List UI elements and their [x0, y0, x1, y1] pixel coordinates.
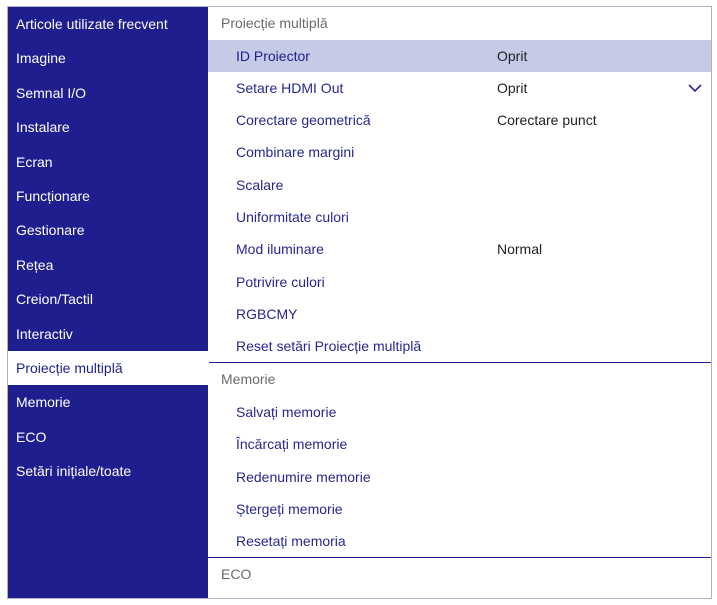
section-header-memorie: Memorie	[208, 362, 711, 396]
settings-panel: Proiecție multiplă ID Proiector Oprit Se…	[208, 7, 711, 598]
sidebar-item-interactiv[interactable]: Interactiv	[8, 317, 208, 351]
row-label: Resetați memoria	[236, 533, 346, 550]
row-scalare[interactable]: Scalare	[208, 169, 711, 201]
sidebar: Articole utilizate frecvent Imagine Semn…	[8, 7, 209, 598]
row-redenumire-memorie[interactable]: Redenumire memorie	[208, 461, 711, 493]
row-uniformitate-culori[interactable]: Uniformitate culori	[208, 201, 711, 233]
section-header-eco: ECO	[208, 557, 711, 591]
sidebar-item-setari-initiale[interactable]: Setări inițiale/toate	[8, 454, 208, 488]
sidebar-item-instalare[interactable]: Instalare	[8, 110, 208, 144]
sidebar-item-gestionare[interactable]: Gestionare	[8, 213, 208, 247]
sidebar-item-functionare[interactable]: Funcționare	[8, 179, 208, 213]
sidebar-item-ecran[interactable]: Ecran	[8, 145, 208, 179]
sidebar-item-articole-frecvent[interactable]: Articole utilizate frecvent	[8, 7, 208, 41]
row-salvati-memorie[interactable]: Salvați memorie	[208, 396, 711, 428]
sidebar-item-creion-tactil[interactable]: Creion/Tactil	[8, 282, 208, 316]
row-label: Uniformitate culori	[236, 208, 349, 225]
row-value: Corectare punct	[497, 112, 597, 129]
section-header-proiectie-multipla: Proiecție multiplă	[221, 15, 328, 31]
row-label: Salvați memorie	[236, 403, 337, 420]
row-label: RGBCMY	[236, 305, 298, 322]
row-label: Potrivire culori	[236, 273, 325, 290]
row-mod-iluminare[interactable]: Mod iluminare Normal	[208, 233, 711, 265]
row-corectare-geometrica[interactable]: Corectare geometrică Corectare punct	[208, 104, 711, 136]
row-rgbcmy[interactable]: RGBCMY	[208, 298, 711, 330]
sidebar-item-retea[interactable]: Rețea	[8, 248, 208, 282]
sidebar-item-proiectie-multipla[interactable]: Proiecție multiplă	[8, 350, 209, 386]
row-value: Normal	[497, 241, 543, 258]
row-label: Mod iluminare	[236, 241, 324, 258]
row-label: ID Proiector	[236, 47, 310, 64]
row-label: Reset setări Proiecție multiplă	[236, 338, 422, 355]
sidebar-item-memorie[interactable]: Memorie	[8, 385, 208, 419]
settings-window: Articole utilizate frecvent Imagine Semn…	[7, 6, 712, 599]
row-potrivire-culori[interactable]: Potrivire culori	[208, 266, 711, 298]
row-value: Oprit	[497, 79, 528, 96]
row-reset-proiectie-multipla[interactable]: Reset setări Proiecție multiplă	[208, 330, 711, 362]
row-id-proiector[interactable]: ID Proiector Oprit	[208, 39, 711, 72]
row-label: Încărcați memorie	[236, 436, 348, 453]
row-label: Ștergeți memorie	[236, 500, 343, 517]
row-value: Oprit	[497, 47, 528, 64]
row-label: Combinare margini	[236, 144, 355, 161]
sidebar-item-eco[interactable]: ECO	[8, 420, 208, 454]
sidebar-item-semnal-io[interactable]: Semnal I/O	[8, 76, 208, 110]
sidebar-item-imagine[interactable]: Imagine	[8, 41, 208, 75]
row-label: Scalare	[236, 176, 284, 193]
row-stergeti-memorie[interactable]: Ștergeți memorie	[208, 493, 711, 525]
chevron-down-icon[interactable]	[687, 80, 703, 96]
row-label: Redenumire memorie	[236, 468, 371, 485]
row-setare-hdmi-out[interactable]: Setare HDMI Out Oprit	[208, 72, 711, 104]
row-resetati-memoria[interactable]: Resetați memoria	[208, 525, 711, 557]
row-label: Corectare geometrică	[236, 112, 371, 129]
row-label: Setare HDMI Out	[236, 79, 344, 96]
row-incarcati-memorie[interactable]: Încărcați memorie	[208, 428, 711, 460]
row-combinare-margini[interactable]: Combinare margini	[208, 136, 711, 168]
